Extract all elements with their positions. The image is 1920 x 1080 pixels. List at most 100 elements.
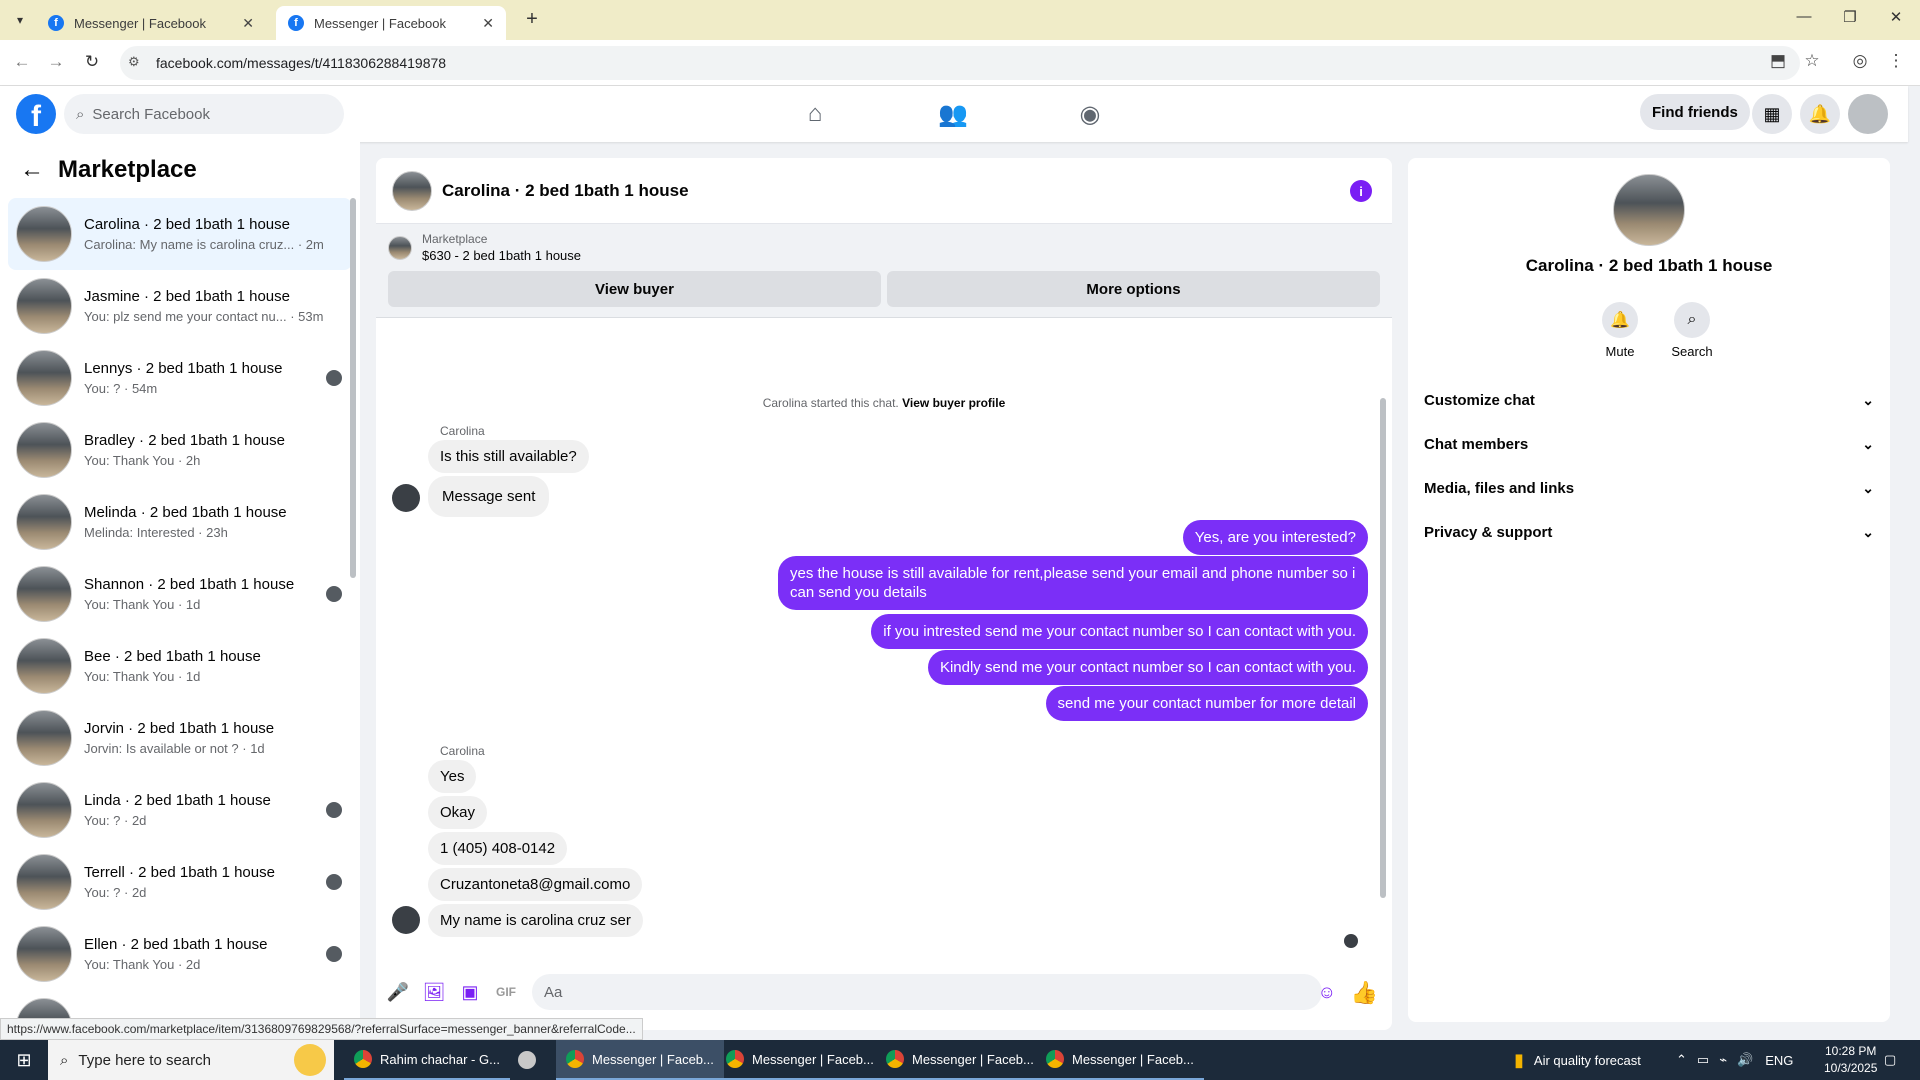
clock[interactable]: 10:28 PM 10/3/2025 — [1824, 1043, 1877, 1077]
conversation-item[interactable]: Shannon · 2 bed 1bath 1 house You: Thank … — [8, 558, 352, 630]
taskbar-search-placeholder: Type here to search — [78, 1051, 211, 1069]
contact-name: Carolina · 2 bed 1bath 1 house — [1525, 256, 1773, 275]
view-buyer-profile-link[interactable]: View buyer profile — [902, 396, 1005, 410]
chevron-down-icon: ⌄ — [1862, 523, 1874, 540]
chevron-down-icon: ⌄ — [1862, 479, 1874, 496]
mute-button[interactable]: 🔔 Mute — [1590, 302, 1650, 359]
browser-tab-2[interactable]: f Messenger | Facebook ✕ — [276, 6, 506, 40]
seen-avatar — [326, 586, 342, 602]
notifications-bell-icon[interactable]: 🔔 — [1800, 94, 1840, 134]
sidebar-scrollbar[interactable] — [350, 198, 356, 578]
close-tab-icon[interactable]: ✕ — [242, 15, 254, 32]
conversation-item[interactable]: Bradley · 2 bed 1bath 1 house You: Thank … — [8, 414, 352, 486]
conversation-item[interactable]: Jasmine · 2 bed 1bath 1 house You: plz se… — [8, 270, 352, 342]
chat-avatar[interactable] — [392, 170, 432, 211]
new-tab-button[interactable]: + — [520, 8, 544, 31]
facebook-search-input[interactable]: ⌕ Search Facebook — [64, 94, 344, 134]
taskbar-app[interactable]: Rahim chachar - G... — [344, 1040, 510, 1080]
gif-icon[interactable]: GIF — [488, 985, 524, 999]
weather-widget[interactable]: ▮ Air quality forecast — [1514, 1040, 1641, 1080]
url-field[interactable]: facebook.com/messages/t/4118306288419878 — [120, 46, 1800, 80]
section-label: Privacy & support — [1424, 523, 1553, 541]
groups-icon[interactable]: ◉ — [1070, 100, 1110, 129]
taskbar-app-label: Messenger | Faceb... — [592, 1051, 714, 1067]
browser-tab-bar: ▾ f Messenger | Facebook ✕ f Messenger |… — [0, 0, 1920, 40]
taskbar-app[interactable]: Messenger | Faceb... — [876, 1040, 1044, 1080]
search-placeholder: Search Facebook — [92, 105, 210, 123]
search-icon: ⌕ — [1674, 302, 1710, 338]
language-indicator[interactable]: ENG — [1765, 1053, 1793, 1068]
close-tab-icon[interactable]: ✕ — [482, 15, 494, 32]
outgoing-message: Kindly send me your contact number so I … — [927, 650, 1368, 685]
composer-placeholder: Aa — [544, 983, 563, 1001]
volume-icon[interactable]: 🔊 — [1737, 1052, 1753, 1068]
thumbs-up-icon[interactable]: 👍 — [1351, 980, 1378, 1006]
browser-tab-1[interactable]: f Messenger | Facebook ✕ — [36, 6, 266, 40]
chat-scrollbar[interactable] — [1380, 398, 1386, 898]
sender-avatar[interactable] — [392, 484, 420, 512]
customize-chat-section[interactable]: Customize chat ⌄ — [1424, 382, 1874, 418]
chat-members-section[interactable]: Chat members ⌄ — [1424, 426, 1874, 462]
conversation-item[interactable]: Melinda · 2 bed 1bath 1 house Melinda: In… — [8, 486, 352, 558]
conversation-item[interactable]: Ellen · 2 bed 1bath 1 house You: Thank Yo… — [8, 918, 352, 990]
emoji-icon[interactable]: ☺ — [1318, 982, 1336, 1003]
close-window-icon[interactable]: ✕ — [1876, 8, 1916, 26]
restore-icon[interactable]: ❐ — [1830, 8, 1870, 26]
chat-title[interactable]: Carolina · 2 bed 1bath 1 house — [442, 181, 689, 201]
back-arrow-icon[interactable]: ← — [20, 156, 44, 184]
network-icon[interactable]: ⌁ — [1719, 1052, 1727, 1068]
account-avatar[interactable] — [1848, 94, 1888, 134]
windows-start-icon[interactable]: ⊞ — [0, 1040, 48, 1080]
conversation-name: Bee · 2 bed 1bath 1 house — [84, 648, 261, 665]
conversation-avatar — [16, 422, 72, 478]
media-files-links-section[interactable]: Media, files and links ⌄ — [1424, 470, 1874, 506]
message-input[interactable]: Aa — [532, 974, 1322, 1010]
listing-price[interactable]: $630 - 2 bed 1bath 1 house — [422, 248, 581, 263]
taskbar-app[interactable]: Messenger | Faceb... — [1036, 1040, 1204, 1080]
conversation-item[interactable]: Jorvin · 2 bed 1bath 1 house Jorvin: Is a… — [8, 702, 352, 774]
forward-icon[interactable]: → — [44, 52, 68, 72]
conversation-item[interactable]: Linda · 2 bed 1bath 1 house You: ? · 2d — [8, 774, 352, 846]
menu-grid-icon[interactable]: ▦ — [1752, 94, 1792, 134]
listing-thumbnail[interactable] — [388, 235, 412, 260]
home-icon[interactable]: ⌂ — [795, 100, 835, 128]
bookmark-star-icon[interactable]: ☆ — [1800, 51, 1824, 71]
display-icon[interactable]: ▭ — [1697, 1052, 1709, 1068]
reload-icon[interactable]: ↻ — [80, 52, 104, 72]
incoming-message: 1 (405) 408-0142 — [428, 832, 568, 865]
find-friends-button[interactable]: Find friends — [1640, 94, 1750, 130]
facebook-logo-icon[interactable]: f — [16, 94, 56, 134]
sticker-icon[interactable]: ▣ — [452, 982, 488, 1003]
conversation-item[interactable]: Terrell · 2 bed 1bath 1 house You: ? · 2d — [8, 846, 352, 918]
browser-menu-icon[interactable]: ⋮ — [1884, 51, 1908, 71]
tab-search-icon[interactable]: ▾ — [8, 8, 32, 32]
taskbar-app[interactable]: Messenger | Faceb... — [556, 1040, 724, 1080]
conversation-item[interactable]: Bee · 2 bed 1bath 1 house You: Thank You … — [8, 630, 352, 702]
profile-icon[interactable]: ◎ — [1848, 51, 1872, 71]
microphone-icon[interactable]: 🎤 — [380, 982, 416, 1003]
privacy-support-section[interactable]: Privacy & support ⌄ — [1424, 514, 1874, 550]
conversation-name: Shannon · 2 bed 1bath 1 house — [84, 576, 295, 593]
photo-icon[interactable]: 🖼 — [416, 982, 452, 1003]
taskbar-search-input[interactable]: ⌕ Type here to search — [48, 1040, 334, 1080]
notifications-icon[interactable]: ▢ — [1884, 1040, 1896, 1080]
taskbar-app[interactable]: Messenger | Faceb... — [716, 1040, 884, 1080]
conversation-item[interactable]: Carolina · 2 bed 1bath 1 house Carolina: … — [8, 198, 352, 270]
chrome-icon — [1046, 1050, 1064, 1068]
view-buyer-button[interactable]: View buyer — [388, 271, 881, 307]
install-app-icon[interactable]: ⬒ — [1766, 51, 1790, 71]
search-button[interactable]: ⌕ Search — [1662, 302, 1722, 359]
more-options-button[interactable]: More options — [887, 271, 1380, 307]
site-info-icon[interactable]: ⚙ — [128, 54, 140, 70]
sender-avatar[interactable] — [392, 906, 420, 934]
contact-avatar[interactable] — [1613, 174, 1685, 246]
system-tray[interactable]: ⌃ ▭ ⌁ 🔊 ENG — [1676, 1040, 1793, 1080]
back-icon[interactable]: ← — [10, 52, 34, 72]
conversation-item[interactable]: Lennys · 2 bed 1bath 1 house You: ? · 54m — [8, 342, 352, 414]
taskbar-pinned-app[interactable] — [508, 1040, 554, 1080]
started-text: Carolina started this chat. — [762, 396, 899, 410]
friends-icon[interactable]: 👥 — [933, 100, 973, 129]
minimize-icon[interactable]: — — [1784, 8, 1824, 25]
info-icon[interactable]: i — [1350, 180, 1372, 202]
chevron-up-icon[interactable]: ⌃ — [1676, 1052, 1687, 1068]
